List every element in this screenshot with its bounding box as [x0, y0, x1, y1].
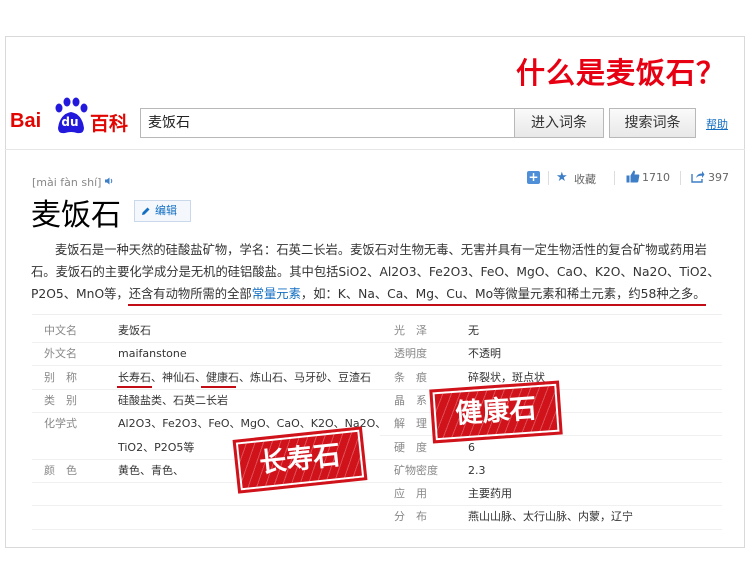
info-row: 条 痕 碎裂状，斑点状	[394, 367, 724, 389]
speaker-icon[interactable]	[104, 176, 114, 186]
row-divider	[32, 459, 722, 460]
row-divider	[32, 342, 722, 343]
info-key: 分 布	[394, 510, 427, 523]
baidu-baike-logo[interactable]: Bai du 百科	[10, 96, 128, 138]
summary-link-macro-elements[interactable]: 常量元素	[252, 287, 301, 301]
info-row: 矿物密度 2.3	[394, 460, 724, 482]
red-underline	[117, 386, 152, 388]
info-value: 无	[468, 324, 479, 337]
info-row: 中文名 麦饭石	[44, 320, 374, 342]
row-divider	[380, 435, 722, 436]
enter-entry-button[interactable]: 进入词条	[514, 108, 604, 138]
info-value: 黄色、青色、	[118, 464, 184, 477]
info-key: 中文名	[44, 324, 77, 337]
row-divider	[32, 529, 722, 530]
search-input[interactable]: 麦饭石	[140, 108, 514, 138]
info-key: 条 痕	[394, 371, 427, 384]
summary-paragraph: 麦饭石是一种天然的硅酸盐矿物，学名：石英二长岩。麦饭石对生物无毒、无害并具有一定…	[31, 239, 721, 305]
info-value: maifanstone	[118, 347, 187, 360]
info-row: 硬 度 6	[394, 437, 724, 459]
info-value: TiO2、P2O5等	[118, 441, 195, 454]
edit-label: 编辑	[155, 204, 177, 217]
headline: 什么是麦饭石？	[515, 56, 726, 90]
entry-title: 麦饭石	[31, 198, 121, 233]
info-value: 主要药用	[468, 487, 512, 500]
info-key: 应 用	[394, 487, 427, 500]
info-row: 应 用 主要药用	[394, 483, 724, 505]
info-key: 硬 度	[394, 441, 427, 454]
toolbar-separator	[614, 171, 615, 185]
thumbs-up-icon[interactable]	[626, 170, 640, 183]
info-row: 化学式 Al2O3、Fe2O3、FeO、MgO、CaO、K2O、Na2O、	[44, 413, 386, 435]
row-divider	[32, 412, 722, 413]
health-stone-stamp: 健康石	[429, 380, 563, 444]
info-key: 外文名	[44, 347, 77, 360]
info-key: 别 称	[44, 371, 77, 384]
info-value: 2.3	[468, 464, 486, 477]
share-count[interactable]: 397	[708, 171, 729, 184]
info-row: 透明度 不透明	[394, 343, 724, 365]
like-count[interactable]: 1710	[642, 171, 670, 184]
share-icon[interactable]	[691, 170, 705, 183]
info-key: 颜 色	[44, 464, 77, 477]
add-icon[interactable]: +	[527, 171, 540, 184]
info-row: 类 别 硅酸盐类、石英二长岩	[44, 390, 374, 412]
red-underline	[201, 386, 236, 388]
red-underline	[128, 304, 706, 306]
pencil-icon	[142, 207, 150, 215]
info-value: 不透明	[468, 347, 501, 360]
info-key: 透明度	[394, 347, 427, 360]
row-divider	[32, 482, 722, 483]
info-key: 类 别	[44, 394, 77, 407]
info-value: 6	[468, 441, 475, 454]
row-divider	[32, 365, 722, 366]
star-icon[interactable]: ★	[556, 171, 568, 185]
row-divider	[32, 505, 722, 506]
info-value: 麦饭石	[118, 324, 151, 337]
info-row: 光 泽 无	[394, 320, 724, 342]
info-row: 分 布 燕山山脉、太行山脉、内蒙，辽宁	[394, 506, 724, 528]
favorite-label[interactable]: 收藏	[574, 171, 596, 187]
info-row: 外文名 maifanstone	[44, 343, 374, 365]
search-entry-button[interactable]: 搜索词条	[609, 108, 696, 138]
logo-du: du	[61, 115, 79, 129]
help-link[interactable]: 帮助	[706, 116, 728, 132]
info-table-top-border	[32, 314, 722, 315]
header-divider	[5, 149, 745, 150]
toolbar-separator	[680, 171, 681, 185]
logo-bai: Bai	[10, 110, 42, 132]
row-divider	[32, 389, 722, 390]
pinyin: [mài fàn shí]	[32, 176, 102, 189]
info-key: 矿物密度	[394, 464, 438, 477]
edit-button[interactable]: 编辑	[134, 200, 191, 222]
info-value: 燕山山脉、太行山脉、内蒙，辽宁	[468, 510, 633, 523]
info-value: 长寿石、神仙石、健康石、炼山石、马牙砂、豆渣石	[118, 371, 371, 384]
toolbar-separator	[548, 171, 549, 185]
info-key: 光 泽	[394, 324, 427, 337]
info-key: 化学式	[44, 417, 77, 430]
summary-text-2: ，如：K、Na、Ca、Mg、Cu、Mo等微量元素和稀土元素，约58种之多。	[300, 287, 706, 301]
info-value: 硅酸盐类、石英二长岩	[118, 394, 228, 407]
logo-baike: 百科	[90, 113, 129, 135]
